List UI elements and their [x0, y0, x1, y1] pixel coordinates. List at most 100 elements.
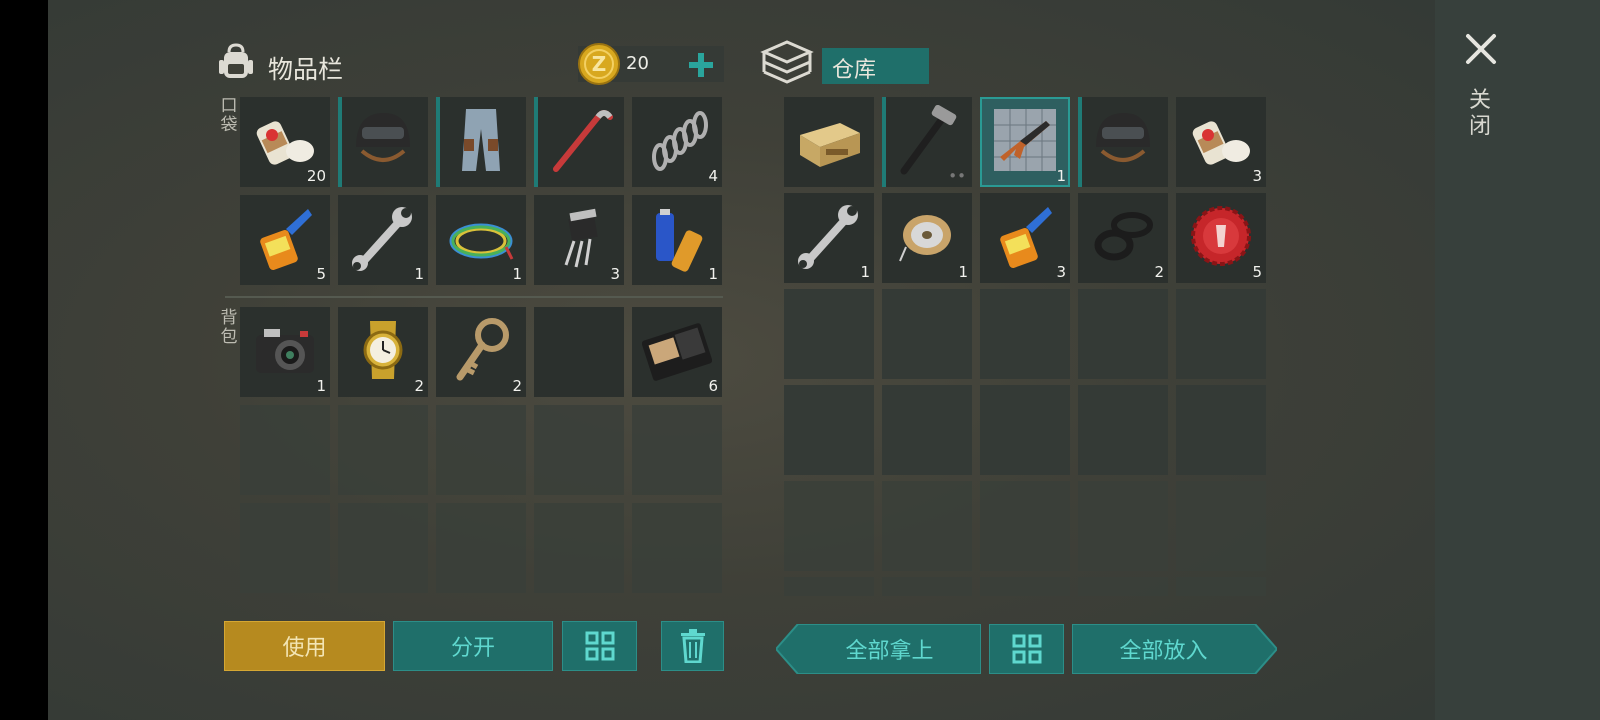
storage-slot-29[interactable] — [1078, 577, 1168, 596]
helmet-icon — [356, 113, 410, 162]
storage-slot-1[interactable] — [784, 97, 874, 187]
storage-slot-23[interactable] — [980, 481, 1070, 571]
storage-slot-18[interactable] — [980, 385, 1070, 475]
coin-amount: 20 — [626, 53, 649, 74]
spring-icon — [652, 111, 708, 171]
camera-icon — [256, 329, 314, 373]
storage-slot-14[interactable] — [1078, 289, 1168, 379]
backpack-slot-14[interactable] — [534, 503, 624, 593]
storage-slot-27[interactable] — [882, 577, 972, 596]
storage-slot-12[interactable] — [882, 289, 972, 379]
bandage-icon — [1192, 121, 1250, 165]
backpack-slot-5[interactable]: 6 — [632, 307, 722, 397]
put-all-button[interactable]: 全部放入 — [1072, 624, 1277, 674]
storage-slot-10[interactable]: 5 — [1176, 193, 1266, 283]
storage-slot-11[interactable] — [784, 289, 874, 379]
backpack-slot-1[interactable]: 1 — [240, 307, 330, 397]
pants-icon — [462, 109, 500, 171]
backpack-slot-10[interactable] — [632, 405, 722, 495]
delete-button[interactable] — [661, 621, 724, 671]
backpack-slot-2[interactable]: 2 — [338, 307, 428, 397]
plus-icon — [689, 53, 713, 77]
storage-slot-2[interactable]: •• — [882, 97, 972, 187]
battery-icon — [656, 209, 703, 272]
bottle-cap-icon — [1191, 206, 1251, 266]
pocket-slot-5[interactable]: 4 — [632, 97, 722, 187]
storage-slot-30[interactable] — [1176, 577, 1266, 596]
pocket-slot-7[interactable]: 1 — [338, 195, 428, 285]
use-button[interactable]: 使用 — [224, 621, 385, 671]
crowbar-icon — [553, 110, 613, 172]
storage-slot-5[interactable]: 3 — [1176, 97, 1266, 187]
backpack-label: 背包 — [220, 308, 238, 347]
glue-icon — [260, 209, 312, 270]
storage-slot-3[interactable]: 1 — [980, 97, 1070, 187]
storage-slot-8[interactable]: 3 — [980, 193, 1070, 283]
inventory-title: 物品栏 — [268, 55, 344, 84]
storage-icon — [760, 38, 814, 88]
storage-slot-26[interactable] — [784, 577, 874, 596]
backpack-slot-9[interactable] — [534, 405, 624, 495]
glue-icon — [1000, 207, 1052, 268]
pocket-slot-10[interactable]: 1 — [632, 195, 722, 285]
pocket-slot-3[interactable] — [436, 97, 526, 187]
section-divider — [225, 296, 723, 298]
storage-slot-17[interactable] — [882, 385, 972, 475]
backpack-slot-8[interactable] — [436, 405, 526, 495]
watch-icon — [363, 321, 403, 379]
backpack-slot-7[interactable] — [338, 405, 428, 495]
storage-title: 仓库 — [832, 58, 877, 83]
put-all-label: 全部放入 — [1119, 639, 1208, 664]
backpack-slot-12[interactable] — [338, 503, 428, 593]
split-button[interactable]: 分开 — [393, 621, 553, 671]
pocket-label: 口袋 — [220, 96, 238, 135]
storage-slot-22[interactable] — [882, 481, 972, 571]
close-icon — [1466, 34, 1496, 64]
trash-icon — [680, 629, 705, 663]
storage-sort-button[interactable] — [989, 624, 1064, 674]
backpack-slot-11[interactable] — [240, 503, 330, 593]
close-button[interactable] — [1464, 32, 1498, 66]
storage-slot-21[interactable] — [784, 481, 874, 571]
sort-button[interactable] — [562, 621, 637, 671]
add-coins-button[interactable] — [686, 50, 716, 80]
take-all-button[interactable]: 全部拿上 — [776, 624, 981, 674]
storage-slot-20[interactable] — [1176, 385, 1266, 475]
pocket-slot-6[interactable]: 5 — [240, 195, 330, 285]
pocket-slot-2[interactable] — [338, 97, 428, 187]
backpack-slot-15[interactable] — [632, 503, 722, 593]
storage-slot-28[interactable] — [980, 577, 1070, 596]
storage-slot-6[interactable]: 1 — [784, 193, 874, 283]
zcoin-icon: Z — [577, 42, 621, 86]
storage-slot-13[interactable] — [980, 289, 1070, 379]
storage-slot-24[interactable] — [1078, 481, 1168, 571]
pocket-slot-4[interactable] — [534, 97, 624, 187]
bandage-icon — [256, 121, 314, 165]
backpack-slot-13[interactable] — [436, 503, 526, 593]
take-all-label: 全部拿上 — [845, 639, 934, 664]
wallet-icon — [642, 323, 712, 381]
backpack-slot-3[interactable]: 2 — [436, 307, 526, 397]
wrench-icon — [798, 205, 858, 269]
transistor-icon — [564, 208, 598, 268]
storage-slot-19[interactable] — [1078, 385, 1168, 475]
storage-slot-7[interactable]: 1 — [882, 193, 972, 283]
storage-slot-4[interactable] — [1078, 97, 1168, 187]
backpack-slot-4[interactable] — [534, 307, 624, 397]
rifle-blueprint-icon — [994, 109, 1056, 171]
svg-text:Z: Z — [592, 52, 607, 76]
pocket-slot-9[interactable]: 3 — [534, 195, 624, 285]
hammer-icon — [900, 105, 957, 175]
pocket-slot-1[interactable]: 20 — [240, 97, 330, 187]
grid-icon — [585, 631, 614, 661]
wire-spool-icon — [899, 215, 951, 262]
wire-icon — [449, 223, 514, 260]
ammo-box-icon — [800, 123, 860, 167]
backpack-slot-6[interactable] — [240, 405, 330, 495]
storage-slot-25[interactable] — [1176, 481, 1266, 571]
storage-slot-15[interactable] — [1176, 289, 1266, 379]
storage-slot-16[interactable] — [784, 385, 874, 475]
storage-slot-9[interactable]: 2 — [1078, 193, 1168, 283]
pocket-slot-8[interactable]: 1 — [436, 195, 526, 285]
backpack-icon — [216, 42, 256, 82]
